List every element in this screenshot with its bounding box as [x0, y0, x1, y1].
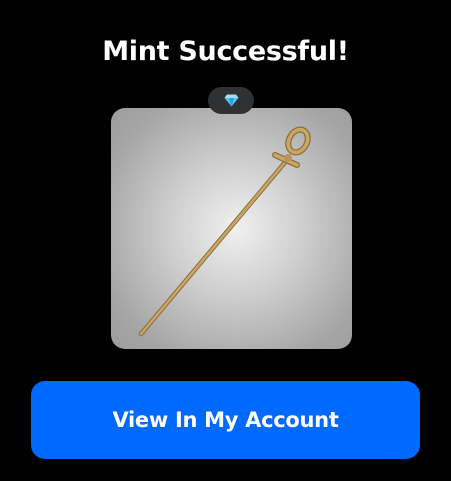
item-preview-card: [111, 108, 352, 349]
ankh-staff-image: [138, 126, 311, 337]
rarity-badge: [208, 87, 254, 114]
diamond-icon: [224, 94, 238, 107]
mint-success-modal: Mint Successful! View In My Account: [0, 0, 451, 481]
view-in-account-button[interactable]: View In My Account: [31, 381, 420, 459]
modal-title: Mint Successful!: [102, 36, 349, 67]
